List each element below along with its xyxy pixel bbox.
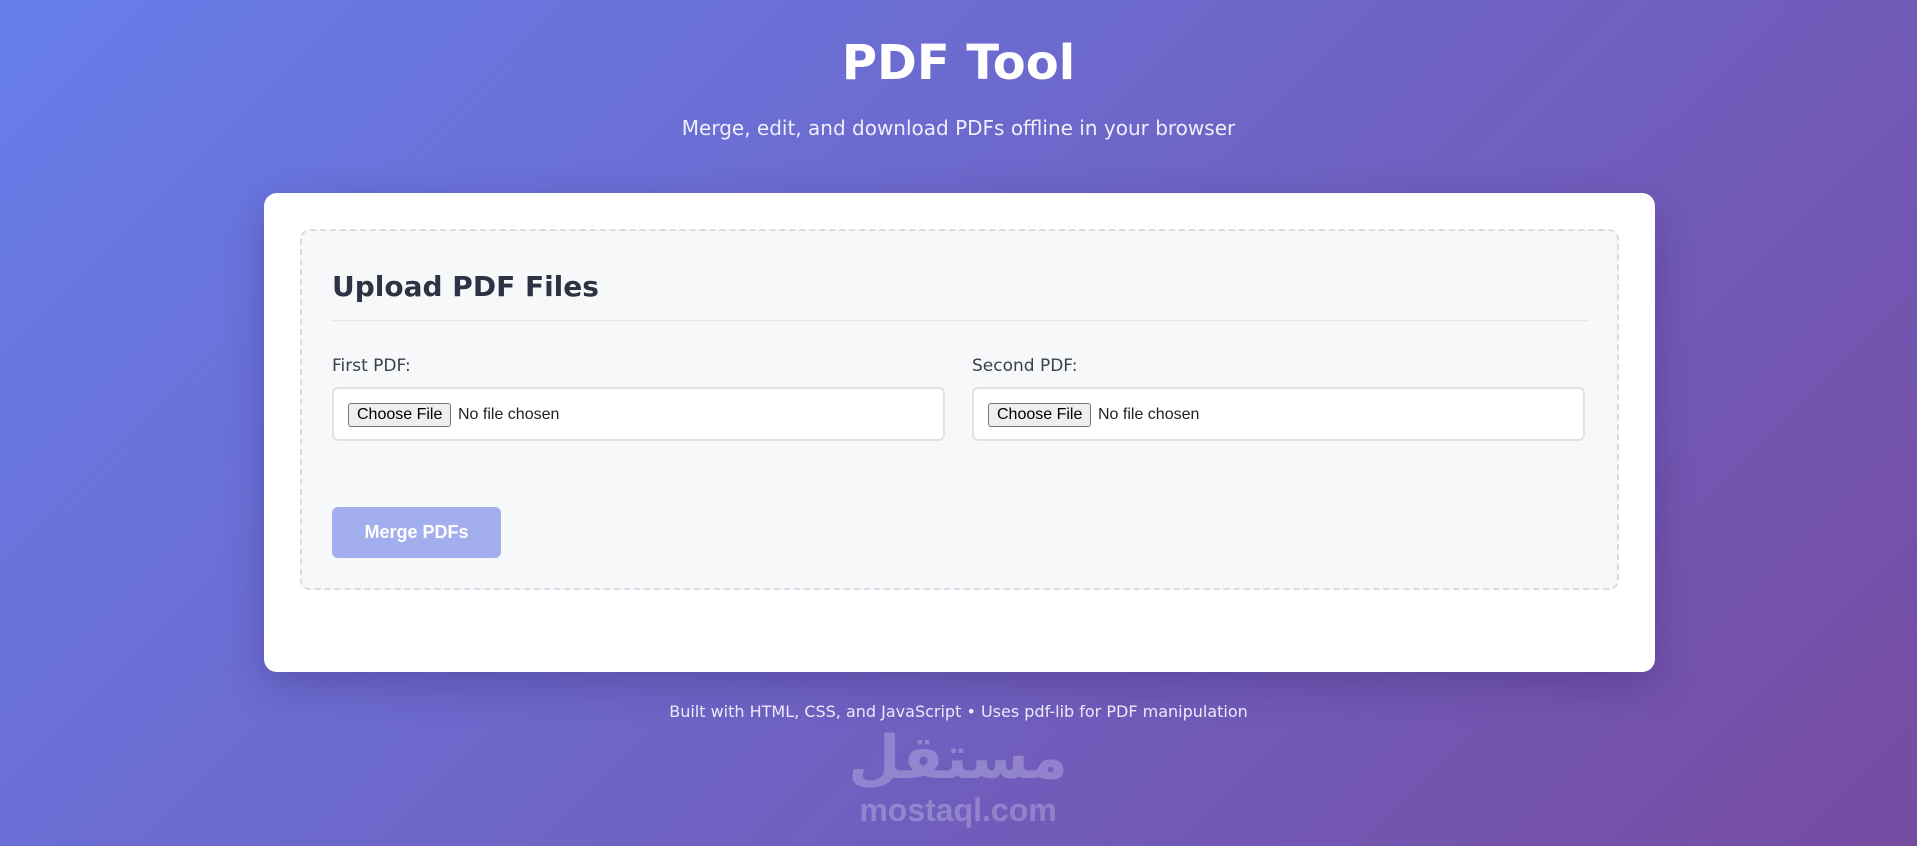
upload-section: Upload PDF Files First PDF: Choose File … (300, 229, 1619, 590)
first-pdf-file-status: No file chosen (458, 406, 560, 423)
watermark-arabic-text: مستقل (848, 723, 1068, 793)
app-subtitle: Merge, edit, and download PDFs offline i… (681, 116, 1236, 140)
section-title: Upload PDF Files (332, 270, 599, 303)
main-card: Upload PDF Files First PDF: Choose File … (264, 193, 1655, 672)
second-pdf-choose-file-button[interactable]: Choose File (988, 403, 1092, 427)
first-pdf-file-input[interactable]: Choose File No file chosen (332, 387, 945, 441)
section-divider (332, 320, 1588, 321)
second-pdf-label: Second PDF: (972, 356, 1078, 376)
watermark-latin-text: mostaql.com (859, 792, 1057, 828)
mostaql-watermark-logo: مستقل mostaql.com (838, 720, 1078, 838)
second-pdf-file-input[interactable]: Choose File No file chosen (972, 387, 1585, 441)
first-pdf-label: First PDF: (332, 356, 411, 376)
merge-pdfs-button[interactable]: Merge PDFs (332, 507, 501, 558)
app-title: PDF Tool (841, 35, 1076, 91)
second-pdf-file-status: No file chosen (1098, 406, 1200, 423)
first-pdf-choose-file-button[interactable]: Choose File (348, 403, 452, 427)
